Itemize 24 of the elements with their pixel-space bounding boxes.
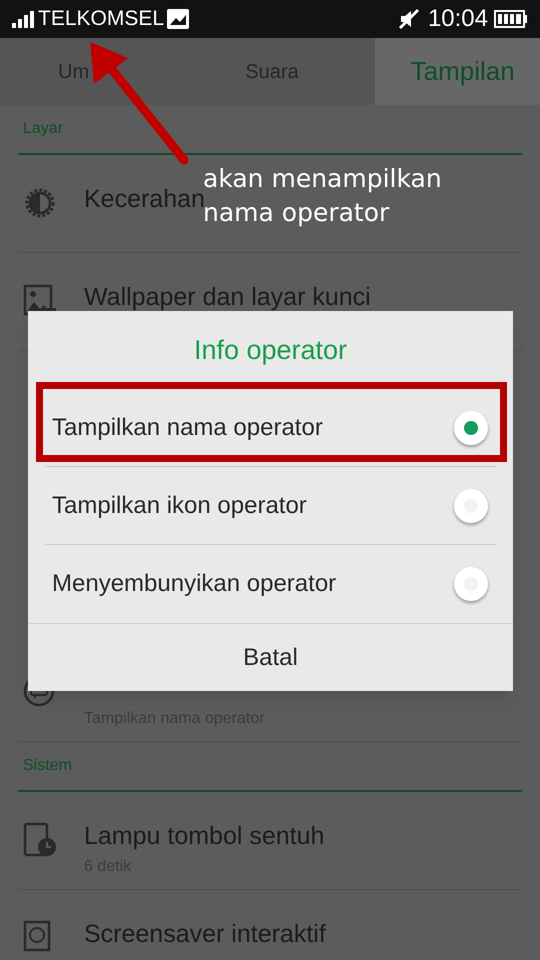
lock-screen-icon [22, 920, 52, 952]
cancel-button[interactable]: Batal [28, 623, 513, 691]
mute-icon [398, 8, 420, 30]
annotation-text: akan menampilkan nama operator [203, 163, 443, 229]
radio-button[interactable] [454, 567, 488, 601]
option-row[interactable]: Tampilkan ikon operator [45, 467, 496, 545]
setting-title[interactable]: Lampu tombol sentuh [84, 820, 324, 852]
section-header: Layar [23, 119, 64, 139]
image-icon [167, 9, 190, 29]
setting-title[interactable]: Wallpaper dan layar kunci [84, 281, 371, 313]
setting-title[interactable]: Kecerahan [84, 183, 205, 215]
dialog-title: Info operator [194, 334, 348, 367]
signal-icon [12, 10, 36, 28]
tab[interactable]: Tampilan [374, 38, 540, 105]
radio-button[interactable] [454, 410, 488, 444]
option-row[interactable]: Tampilkan nama operator [45, 389, 496, 467]
setting-title[interactable]: Screensaver interaktif [84, 918, 326, 950]
carrier-name: TELKOMSEL [38, 6, 164, 32]
clock: 10:04 [428, 4, 488, 34]
tablet-clock-icon [22, 822, 58, 858]
option-row[interactable]: Menyembunyikan operator [45, 545, 496, 623]
section-header: Sistem [23, 756, 72, 776]
battery-icon [494, 10, 528, 28]
radio-button[interactable] [454, 488, 488, 522]
